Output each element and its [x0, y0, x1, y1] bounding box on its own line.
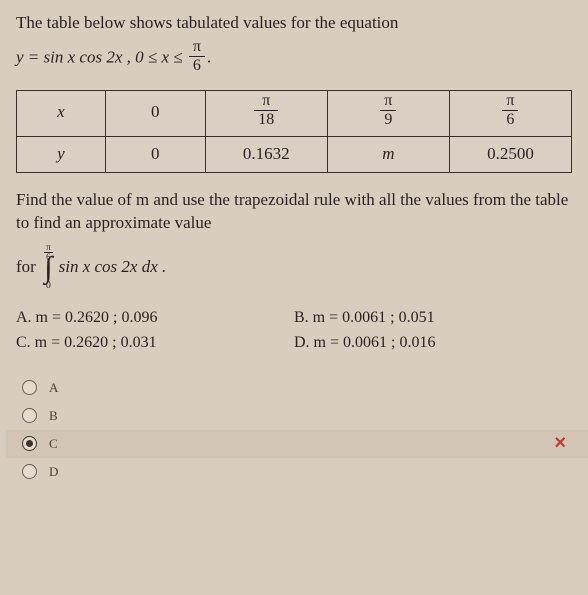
radio-icon[interactable] — [22, 464, 37, 479]
intro-text: The table below shows tabulated values f… — [16, 12, 572, 35]
y-label: y — [57, 144, 65, 163]
answer-A: A. m = 0.2620 ; 0.096 — [16, 305, 294, 331]
integral-lower: 0 — [46, 281, 51, 291]
frac-den: 6 — [502, 111, 518, 128]
option-label: C — [49, 435, 58, 453]
incorrect-icon: × — [554, 430, 566, 457]
option-B[interactable]: B — [22, 402, 572, 430]
radio-icon[interactable] — [22, 408, 37, 423]
radio-icon[interactable] — [22, 436, 37, 451]
cell-x-2: π 9 — [380, 93, 396, 128]
equation-fraction: π 6 — [189, 39, 205, 74]
integrand: sin x cos 2x dx . — [59, 256, 167, 279]
table-row-x: x 0 π 18 π 9 π 6 — [17, 90, 572, 136]
integral-lead: for — [16, 256, 36, 279]
cell-y-0: 0 — [151, 144, 160, 163]
option-A[interactable]: A — [22, 374, 572, 402]
equation: y = sin x cos 2x , 0 ≤ x ≤ π 6 . — [16, 41, 572, 76]
frac-num: π — [380, 93, 396, 111]
prompt-text: Find the value of m and use the trapezoi… — [16, 189, 572, 235]
frac-den: 9 — [380, 111, 396, 128]
cell-y-2: m — [382, 144, 394, 163]
cell-x-0: 0 — [151, 102, 160, 121]
answer-choices: A. m = 0.2620 ; 0.096 B. m = 0.0061 ; 0.… — [16, 305, 572, 356]
integral-expression: for π 6 ∫ 0 sin x cos 2x dx . — [16, 245, 572, 291]
integral-upper: π 6 — [42, 245, 55, 255]
cell-y-3: 0.2500 — [487, 144, 534, 163]
radio-options: A B C × D — [16, 374, 572, 486]
cell-y-1: 0.1632 — [243, 144, 290, 163]
frac-den: 6 — [189, 57, 205, 74]
integral-sign: π 6 ∫ 0 — [42, 245, 55, 291]
frac-den: 6 — [44, 253, 53, 262]
values-table: x 0 π 18 π 9 π 6 y 0 0.1632 m 0.2500 — [16, 90, 572, 173]
answer-C: C. m = 0.2620 ; 0.031 — [16, 330, 294, 356]
table-row-y: y 0 0.1632 m 0.2500 — [17, 136, 572, 172]
cell-x-3: π 6 — [502, 93, 518, 128]
frac-num: π — [189, 39, 205, 57]
option-label: B — [49, 407, 58, 425]
x-label: x — [57, 102, 65, 121]
equation-text: y = sin x cos 2x , 0 ≤ x ≤ — [16, 47, 183, 66]
equation-trail: . — [207, 47, 211, 66]
option-label: D — [49, 463, 58, 481]
option-C[interactable]: C × — [6, 430, 588, 458]
answer-B: B. m = 0.0061 ; 0.051 — [294, 305, 572, 331]
frac-num: π — [254, 93, 278, 111]
radio-icon[interactable] — [22, 380, 37, 395]
frac-num: π — [502, 93, 518, 111]
frac-den: 18 — [254, 111, 278, 128]
option-D[interactable]: D — [22, 458, 572, 486]
answer-D: D. m = 0.0061 ; 0.016 — [294, 330, 572, 356]
cell-x-1: π 18 — [254, 93, 278, 128]
option-label: A — [49, 379, 58, 397]
